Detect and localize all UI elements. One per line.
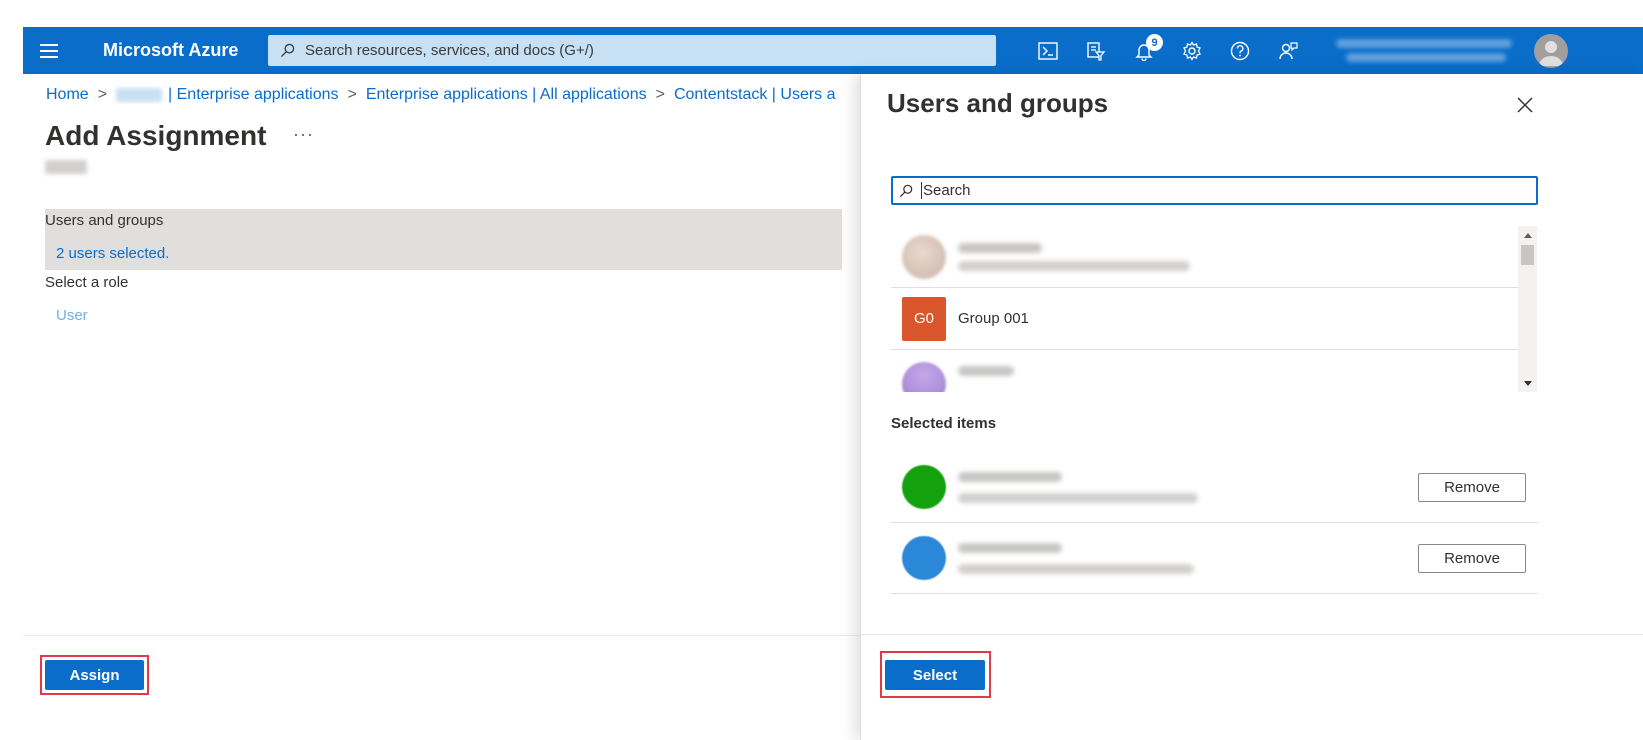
remove-button[interactable]: Remove	[1418, 544, 1526, 573]
list-item[interactable]: G0 Group 001	[891, 288, 1518, 350]
user-avatar	[902, 362, 946, 392]
close-icon	[1517, 97, 1533, 113]
user-email-blurred	[958, 492, 1198, 503]
panel-search-placeholder: Search	[921, 182, 971, 200]
tenant-subtitle-blurred	[45, 160, 87, 174]
directory-filter-icon	[1087, 41, 1106, 61]
account-email-blurred	[1336, 39, 1512, 48]
breadcrumb-enterprise-apps[interactable]: | Enterprise applications	[168, 86, 338, 104]
users-and-groups-section[interactable]: Users and groups 2 users selected.	[45, 209, 842, 270]
selected-item: Remove	[891, 452, 1538, 523]
assign-button[interactable]: Assign	[45, 660, 144, 690]
panel-footer-divider	[861, 634, 1643, 635]
settings-button[interactable]	[1168, 27, 1216, 74]
user-name-blurred	[958, 242, 1042, 253]
selected-items-list: Remove Remove	[891, 452, 1538, 594]
panel-search-input[interactable]: Search	[891, 176, 1538, 205]
selected-item: Remove	[891, 523, 1538, 594]
user-details-blurred	[958, 542, 1194, 574]
scroll-thumb[interactable]	[1521, 245, 1534, 265]
group-initials-badge: G0	[902, 296, 946, 341]
notification-count-badge: 9	[1146, 34, 1163, 51]
feedback-icon	[1279, 41, 1298, 59]
chevron-right-icon: >	[347, 86, 357, 103]
hamburger-icon	[40, 43, 58, 58]
list-item[interactable]	[891, 226, 1518, 288]
cloud-shell-icon	[1038, 41, 1058, 60]
list-item[interactable]	[891, 350, 1518, 392]
search-icon	[280, 43, 295, 58]
top-bar: Microsoft Azure Search resources, servic…	[23, 27, 1643, 74]
user-email-blurred	[958, 260, 1190, 271]
scroll-up-button[interactable]	[1518, 228, 1537, 242]
menu-button[interactable]	[23, 27, 75, 74]
search-icon	[899, 184, 913, 197]
user-email-blurred	[958, 563, 1194, 574]
user-details-blurred	[958, 471, 1198, 503]
global-search-placeholder: Search resources, services, and docs (G+…	[305, 42, 594, 59]
notifications-button[interactable]: 9	[1120, 27, 1168, 74]
directory-filter-button[interactable]	[1072, 27, 1120, 74]
user-name-blurred	[958, 542, 1062, 553]
text-cursor	[921, 182, 922, 200]
remove-button[interactable]: Remove	[1418, 473, 1526, 502]
user-avatar	[902, 234, 946, 279]
breadcrumb-all-applications[interactable]: Enterprise applications | All applicatio…	[366, 86, 647, 104]
user-avatar-icon	[1539, 40, 1563, 66]
help-icon	[1230, 41, 1250, 60]
user-name-blurred	[958, 471, 1062, 482]
group-name: Group 001	[958, 310, 1029, 327]
user-name-blurred	[958, 366, 1014, 376]
panel-title: Users and groups	[887, 88, 1109, 118]
user-avatar	[902, 465, 946, 509]
azure-portal: Microsoft Azure Search resources, servic…	[0, 0, 1643, 740]
user-details-blurred	[958, 366, 1014, 376]
close-button[interactable]	[1514, 94, 1536, 116]
users-selected-link[interactable]: 2 users selected.	[56, 245, 169, 262]
brand-title[interactable]: Microsoft Azure	[103, 40, 253, 61]
selected-items-label: Selected items	[891, 415, 997, 432]
breadcrumb-app-users[interactable]: Contentstack | Users a	[674, 86, 836, 104]
tenant-name-blurred	[116, 88, 163, 102]
top-icons: 9	[1024, 27, 1312, 74]
search-results-list: G0 Group 001	[891, 226, 1518, 392]
select-button[interactable]: Select	[885, 660, 985, 690]
account-avatar[interactable]	[1534, 33, 1568, 68]
cloud-shell-button[interactable]	[1024, 27, 1072, 74]
help-button[interactable]	[1216, 27, 1264, 74]
scroll-down-button[interactable]	[1518, 376, 1537, 390]
breadcrumb: Home > | Enterprise applications > Enter…	[46, 86, 861, 104]
users-and-groups-panel: Users and groups Search G0 Group 001 Sel…	[860, 74, 1643, 740]
select-role-label: Select a role	[45, 274, 129, 291]
account-tenant-blurred	[1346, 53, 1506, 62]
panel-search-placeholder-text: Search	[923, 181, 971, 199]
results-scrollbar[interactable]	[1518, 226, 1537, 392]
account-info[interactable]	[1336, 34, 1518, 68]
page-title: Add Assignment	[45, 120, 267, 151]
role-value-link[interactable]: User	[56, 307, 88, 324]
user-details-blurred	[958, 242, 1190, 271]
chevron-right-icon: >	[97, 86, 108, 103]
global-search-input[interactable]: Search resources, services, and docs (G+…	[268, 35, 996, 66]
chevron-right-icon: >	[655, 86, 665, 103]
breadcrumb-home[interactable]: Home	[46, 86, 89, 104]
caret-up-icon	[1523, 232, 1532, 238]
users-and-groups-label: Users and groups	[45, 212, 164, 229]
gear-icon	[1183, 40, 1201, 61]
footer-divider	[23, 635, 860, 636]
more-options-icon[interactable]: ···	[293, 124, 314, 145]
user-avatar	[902, 536, 946, 580]
feedback-button[interactable]	[1264, 27, 1312, 74]
caret-down-icon	[1523, 380, 1532, 386]
